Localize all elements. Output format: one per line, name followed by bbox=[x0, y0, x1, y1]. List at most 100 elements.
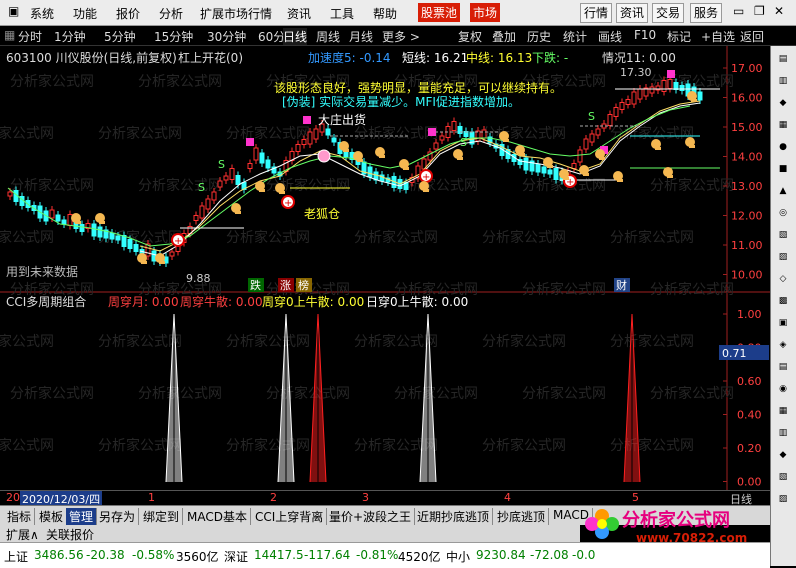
sh-name[interactable]: 上证 bbox=[4, 548, 28, 565]
action-history[interactable]: 历史 bbox=[527, 28, 551, 45]
action-f10[interactable]: F10 bbox=[634, 28, 656, 42]
price-tick: 13.00 bbox=[731, 180, 763, 193]
menu-tools[interactable]: 工具 bbox=[330, 5, 354, 22]
sidebar-icon-4[interactable]: ▦ bbox=[775, 118, 791, 132]
menu-ext-market[interactable]: 扩展市场行情 bbox=[200, 5, 272, 22]
action-add-favorite[interactable]: +自选 bbox=[701, 28, 735, 45]
sz-name[interactable]: 深证 bbox=[224, 548, 248, 565]
list-tag[interactable]: 榜 bbox=[298, 278, 309, 292]
menu-market[interactable]: 市场 bbox=[470, 3, 501, 22]
tab-recent-bottom[interactable]: 近期抄底逃顶 bbox=[414, 508, 494, 525]
period-1min[interactable]: 1分钟 bbox=[54, 28, 86, 45]
candle-body bbox=[451, 121, 457, 131]
menu-stock-pool[interactable]: 股票池 bbox=[418, 3, 461, 22]
menu-function[interactable]: 功能 bbox=[73, 5, 97, 22]
sidebar-icon-6[interactable]: ■ bbox=[775, 162, 791, 176]
hand-icon-finger bbox=[403, 167, 409, 170]
tab-volume-wave[interactable]: 量价+波段之王 bbox=[326, 508, 416, 525]
sidebar-icon-15[interactable]: ▤ bbox=[775, 360, 791, 374]
period-monthly[interactable]: 月线 bbox=[349, 28, 373, 45]
sidebar-icon-2[interactable]: ▥ bbox=[775, 74, 791, 88]
candle-body bbox=[661, 80, 667, 92]
period-30min[interactable]: 30分钟 bbox=[207, 28, 246, 45]
candle-body bbox=[325, 128, 331, 136]
sh-value: 3486.56 bbox=[34, 548, 84, 562]
sidebar-icon-5[interactable]: ● bbox=[775, 140, 791, 154]
sidebar-icon-16[interactable]: ◉ bbox=[775, 382, 791, 396]
menu-news[interactable]: 资讯 bbox=[287, 5, 311, 22]
chart-area[interactable]: 分析家公式网分析家公式网分析家公式网分析家公式网分析家公式网分析家公式网分析家公… bbox=[0, 46, 770, 490]
period-more[interactable]: 更多 > bbox=[382, 28, 420, 45]
sidebar-icon-21[interactable]: ▨ bbox=[775, 492, 791, 506]
status-label: 情况11: 0.00 bbox=[602, 51, 676, 65]
hand-icon-finger bbox=[141, 261, 147, 264]
btn-service[interactable]: 服务 bbox=[690, 3, 723, 23]
sidebar-icon-19[interactable]: ◆ bbox=[775, 448, 791, 462]
finance-tag[interactable]: 财 bbox=[616, 278, 627, 292]
candle-body bbox=[637, 88, 643, 100]
candle-body bbox=[169, 251, 175, 257]
sidebar-icon-1[interactable]: ▤ bbox=[775, 52, 791, 66]
tab-cci-divergence[interactable]: CCI上穿背离 bbox=[252, 508, 328, 525]
sidebar-icon-10[interactable]: ▨ bbox=[775, 250, 791, 264]
sidebar-icon-11[interactable]: ◇ bbox=[775, 272, 791, 286]
btn-trade[interactable]: 交易 bbox=[652, 3, 685, 23]
linked-quote[interactable]: 关联报价 bbox=[46, 526, 94, 543]
action-overlay[interactable]: 叠加 bbox=[492, 28, 516, 45]
menu-quote[interactable]: 报价 bbox=[116, 5, 140, 22]
sidebar-icon-9[interactable]: ▧ bbox=[775, 228, 791, 242]
tab-manage[interactable]: 管理 bbox=[66, 508, 98, 525]
sme-name[interactable]: 中小 bbox=[446, 548, 470, 565]
sidebar-icon-7[interactable]: ▲ bbox=[775, 184, 791, 198]
sidebar-icon-20[interactable]: ▧ bbox=[775, 470, 791, 484]
menu-system[interactable]: 系统 bbox=[30, 5, 54, 22]
hand-icon-finger bbox=[343, 149, 349, 152]
sidebar-icon-8[interactable]: ◎ bbox=[775, 206, 791, 220]
menu-help[interactable]: 帮助 bbox=[373, 5, 397, 22]
stock-title: 603100 川仪股份(日线,前复权) bbox=[6, 50, 177, 65]
action-draw[interactable]: 画线 bbox=[598, 28, 622, 45]
action-restore-rights[interactable]: 复权 bbox=[458, 28, 482, 45]
minimize-icon[interactable]: ▭ bbox=[733, 4, 744, 18]
sidebar-icon-13[interactable]: ▣ bbox=[775, 316, 791, 330]
watermark-text: 分析家公式网 bbox=[98, 437, 182, 454]
tab-bottom-top[interactable]: 抄底逃顶 bbox=[494, 508, 550, 525]
svg-text:+: + bbox=[284, 198, 292, 209]
period-timeshare[interactable]: 分时 bbox=[18, 28, 42, 45]
fall-tag[interactable]: 跌 bbox=[250, 278, 261, 292]
hand-icon-finger bbox=[547, 165, 553, 168]
action-mark[interactable]: 标记 bbox=[667, 28, 691, 45]
period-15min[interactable]: 15分钟 bbox=[154, 28, 193, 45]
close-icon[interactable]: ✕ bbox=[774, 4, 784, 18]
watermark-text: 分析家公式网 bbox=[650, 177, 734, 194]
sidebar-icon-18[interactable]: ▥ bbox=[775, 426, 791, 440]
btn-news[interactable]: 资讯 bbox=[616, 3, 649, 23]
action-back[interactable]: 返回 bbox=[740, 28, 764, 45]
menu-analysis[interactable]: 分析 bbox=[159, 5, 183, 22]
tab-save-as[interactable]: 另存为 bbox=[96, 508, 140, 525]
sidebar-icon-12[interactable]: ▩ bbox=[775, 294, 791, 308]
watermark-text: 分析家公式网 bbox=[0, 333, 54, 350]
sidebar-icon-14[interactable]: ◈ bbox=[775, 338, 791, 352]
tab-macd-basic[interactable]: MACD基本 bbox=[184, 508, 251, 525]
tab-template[interactable]: 模板 bbox=[36, 508, 68, 525]
accel-label: 加速度5: -0.14 bbox=[308, 50, 391, 65]
watermark-text: 分析家公式网 bbox=[394, 385, 478, 402]
rise-tag[interactable]: 涨 bbox=[280, 279, 291, 292]
expand-toggle[interactable]: 扩展∧ bbox=[6, 526, 39, 543]
period-weekly[interactable]: 周线 bbox=[316, 28, 340, 45]
tab-bind-to[interactable]: 绑定到 bbox=[140, 508, 184, 525]
hand-icon-finger bbox=[691, 99, 697, 102]
sidebar-icon-17[interactable]: ▦ bbox=[775, 404, 791, 418]
period-daily[interactable]: 日线 bbox=[283, 28, 308, 45]
action-statistics[interactable]: 统计 bbox=[563, 28, 587, 45]
watermark-text: 分析家公式网 bbox=[98, 125, 182, 142]
restore-icon[interactable]: ❐ bbox=[754, 4, 765, 18]
svg-text:+: + bbox=[174, 236, 182, 247]
price-tick: 15.00 bbox=[731, 121, 763, 134]
watermark-text: 分析家公式网 bbox=[226, 229, 310, 246]
sidebar-icon-3[interactable]: ◆ bbox=[775, 96, 791, 110]
btn-quote[interactable]: 行情 bbox=[580, 3, 613, 23]
tab-indicator[interactable]: 指标 bbox=[4, 508, 36, 525]
period-5min[interactable]: 5分钟 bbox=[104, 28, 136, 45]
